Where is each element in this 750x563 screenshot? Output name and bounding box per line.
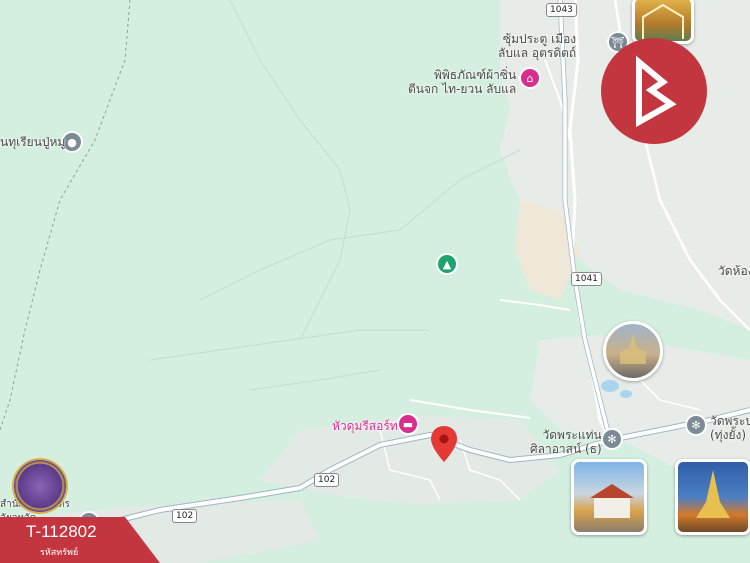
wat-phra-taen-label[interactable]: วัดพระแท่น ศิลาอาสน์ (ธ): [530, 428, 602, 456]
brand-b-logo: [601, 38, 707, 144]
location-pin-icon[interactable]: [431, 426, 457, 462]
city-gate-label[interactable]: ซุ้มประตู เมือง ลับแล อุตรดิตถ์: [498, 32, 576, 60]
road-shield-1043: 1043: [546, 3, 577, 17]
road-shield-1041: 1041: [571, 272, 602, 286]
pagoda-photo-thumbnail[interactable]: [675, 459, 750, 535]
road-shield-102-b: 102: [172, 509, 198, 523]
wat-photo-thumbnail[interactable]: [571, 459, 647, 535]
temple-photo-thumbnail[interactable]: [603, 321, 663, 381]
asset-caption: รหัสทรัพย์: [40, 548, 79, 558]
temple-icon[interactable]: ✻: [603, 430, 621, 448]
hotel-icon[interactable]: ▬: [399, 415, 417, 433]
school-label[interactable]: นทุเรียนปู่หมู: [0, 135, 65, 149]
map-canvas[interactable]: 1043 1041 102 102 ซุ้มประตู เมือง ลับแล …: [0, 0, 750, 563]
pin-icon[interactable]: ●: [63, 133, 81, 151]
wat-phra-right-label[interactable]: วัดพระบ (ทุ่งยั้ง): [710, 414, 750, 442]
road-shield-102-a: 102: [314, 473, 340, 487]
museum-icon[interactable]: ⌂: [521, 69, 539, 87]
government-seal: [14, 460, 66, 512]
wat-hong-label[interactable]: วัดห้อง: [718, 264, 750, 278]
resort-label[interactable]: หัวดุมรีสอร์ท: [332, 417, 398, 436]
asset-code: T-112802: [26, 522, 97, 541]
museum-label[interactable]: พิพิธภัณฑ์ผ้าซิ่น ตีนจก ไท-ยวน ลับแล: [408, 68, 516, 96]
park-icon[interactable]: ▲: [438, 255, 456, 273]
pond: [601, 380, 619, 392]
temple-icon-right[interactable]: ✻: [687, 416, 705, 434]
